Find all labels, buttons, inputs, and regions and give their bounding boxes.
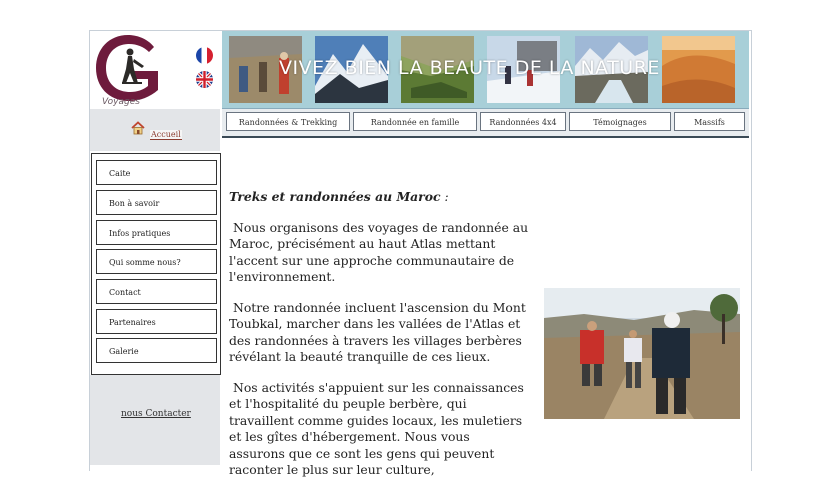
heading-text: Treks et randonnées au Maroc (229, 189, 441, 204)
uk-flag-icon[interactable] (196, 71, 213, 88)
sidebar-item-bon-a-savoir[interactable]: Bon à savoir (96, 190, 217, 215)
main-content: Treks et randonnées au Maroc : Nous orga… (229, 189, 529, 493)
content-heading: Treks et randonnées au Maroc : (229, 189, 529, 206)
banner-title: VIVEZ BIEN LA BEAUTE DE LA NATURE (279, 57, 660, 79)
french-flag-icon[interactable] (196, 47, 213, 64)
sidebar-contact: nous Contacter (90, 375, 220, 465)
home-icon[interactable] (131, 121, 145, 135)
site-logo[interactable]: Voyages (90, 31, 220, 107)
sidebar-item-contact[interactable]: Contact (96, 279, 217, 304)
sidebar-item-partenaires[interactable]: Partenaires (96, 309, 217, 334)
sidebar-item-infos-pratiques[interactable]: Infos pratiques (96, 220, 217, 245)
content-paragraph-1: Nous organisons des voyages de randonnée… (229, 219, 529, 285)
banner-photo-desert-dunes (662, 36, 735, 103)
contact-us-link[interactable]: nous Contacter (121, 409, 191, 419)
sidebar-item-galerie[interactable]: Galerie (96, 338, 217, 363)
sidebar-menu: Caite Bon à savoir Infos pratiques Qui s… (91, 153, 221, 375)
nav-randonnee-famille[interactable]: Randonnée en famille (353, 112, 477, 131)
sidebar-item-qui-somme-nous[interactable]: Qui somme nous? (96, 249, 217, 274)
nav-temoignages[interactable]: Témoignages (569, 112, 671, 131)
nav-massifs[interactable]: Massifs (674, 112, 745, 131)
content-paragraph-3: Nos activités s'appuient sur les connais… (229, 379, 524, 478)
nav-randonnees-trekking[interactable]: Randonnées & Trekking (226, 112, 350, 131)
logo-subtitle: Voyages (102, 97, 140, 107)
home-link[interactable]: Accueil (150, 130, 182, 140)
logo-g-icon (96, 35, 158, 101)
hikers-photo (544, 288, 740, 419)
main-nav: Randonnées & Trekking Randonnée en famil… (222, 109, 749, 138)
heading-suffix: : (440, 189, 449, 204)
header-banner: VIVEZ BIEN LA BEAUTE DE LA NATURE (222, 31, 749, 109)
nav-randonnees-4x4[interactable]: Randonnées 4x4 (480, 112, 566, 131)
content-paragraph-2: Notre randonnée incluent l'ascension du … (229, 299, 526, 365)
sidebar-item-caite[interactable]: Caite (96, 160, 217, 185)
sidebar-home: Accueil (90, 109, 220, 151)
